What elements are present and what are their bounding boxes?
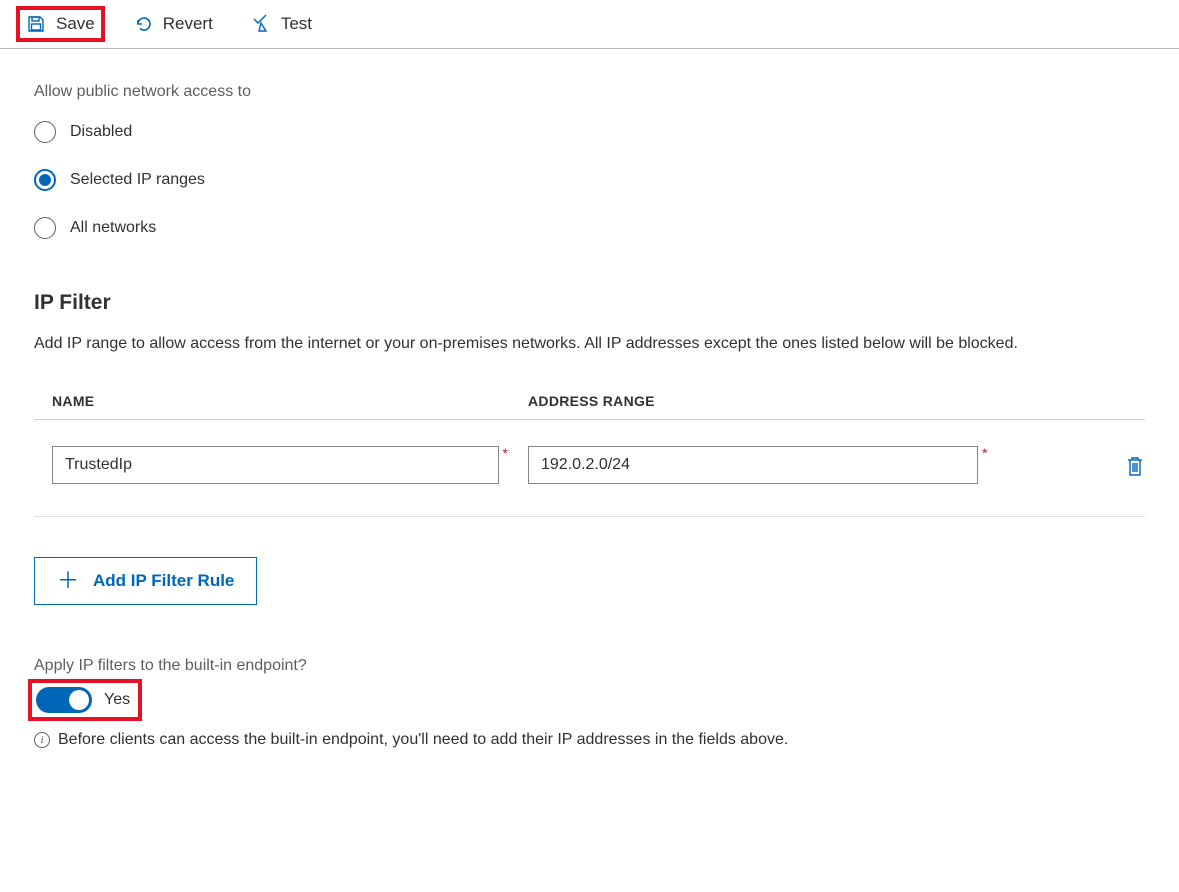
apply-to-builtin-section: Apply IP filters to the built-in endpoin…: [34, 657, 1145, 749]
revert-icon: [133, 14, 153, 34]
cell-address-range: *: [528, 446, 1105, 484]
apply-to-builtin-toggle-row: Yes: [34, 685, 136, 715]
save-icon: [26, 14, 46, 34]
required-mark: *: [982, 446, 987, 460]
radio-circle: [34, 169, 56, 191]
toolbar: Save Revert Test: [0, 0, 1179, 49]
column-header-name: NAME: [52, 393, 528, 409]
ip-filter-description: Add IP range to allow access from the in…: [34, 335, 1145, 353]
radio-selected-ip-ranges[interactable]: Selected IP ranges: [34, 169, 1145, 191]
test-icon: [251, 14, 271, 34]
info-icon: i: [34, 732, 50, 748]
test-label: Test: [281, 14, 312, 34]
toggle-value-label: Yes: [104, 691, 130, 709]
test-button[interactable]: Test: [243, 8, 320, 40]
filter-name-input[interactable]: [52, 446, 499, 484]
ip-filter-heading: IP Filter: [34, 291, 1145, 315]
table-row: * *: [34, 420, 1145, 517]
radio-label: Selected IP ranges: [70, 171, 205, 189]
revert-label: Revert: [163, 14, 213, 34]
delete-row-button[interactable]: [1125, 455, 1145, 481]
column-header-address-range: ADDRESS RANGE: [528, 393, 1145, 409]
content: Allow public network access to Disabled …: [0, 49, 1179, 749]
radio-circle: [34, 217, 56, 239]
trash-icon: [1125, 464, 1145, 481]
info-text: Before clients can access the built-in e…: [58, 731, 788, 749]
radio-all-networks[interactable]: All networks: [34, 217, 1145, 239]
save-label: Save: [56, 14, 95, 34]
ip-filter-table-header: NAME ADDRESS RANGE: [34, 393, 1145, 420]
radio-label: All networks: [70, 219, 156, 237]
add-button-label: Add IP Filter Rule: [93, 571, 234, 591]
filter-address-input[interactable]: [528, 446, 978, 484]
radio-label: Disabled: [70, 123, 132, 141]
radio-disabled[interactable]: Disabled: [34, 121, 1145, 143]
add-ip-filter-rule-button[interactable]: ＋ Add IP Filter Rule: [34, 557, 257, 605]
required-mark: *: [503, 446, 508, 460]
radio-circle: [34, 121, 56, 143]
network-access-label: Allow public network access to: [34, 83, 1145, 101]
info-row: i Before clients can access the built-in…: [34, 731, 1145, 749]
toggle-knob: [69, 690, 89, 710]
revert-button[interactable]: Revert: [125, 8, 221, 40]
plus-icon: ＋: [57, 570, 79, 592]
network-access-radio-group: Disabled Selected IP ranges All networks: [34, 121, 1145, 239]
apply-to-builtin-label: Apply IP filters to the built-in endpoin…: [34, 657, 1145, 675]
save-button[interactable]: Save: [18, 8, 103, 40]
cell-name: *: [52, 446, 528, 484]
apply-to-builtin-toggle[interactable]: [36, 687, 92, 713]
